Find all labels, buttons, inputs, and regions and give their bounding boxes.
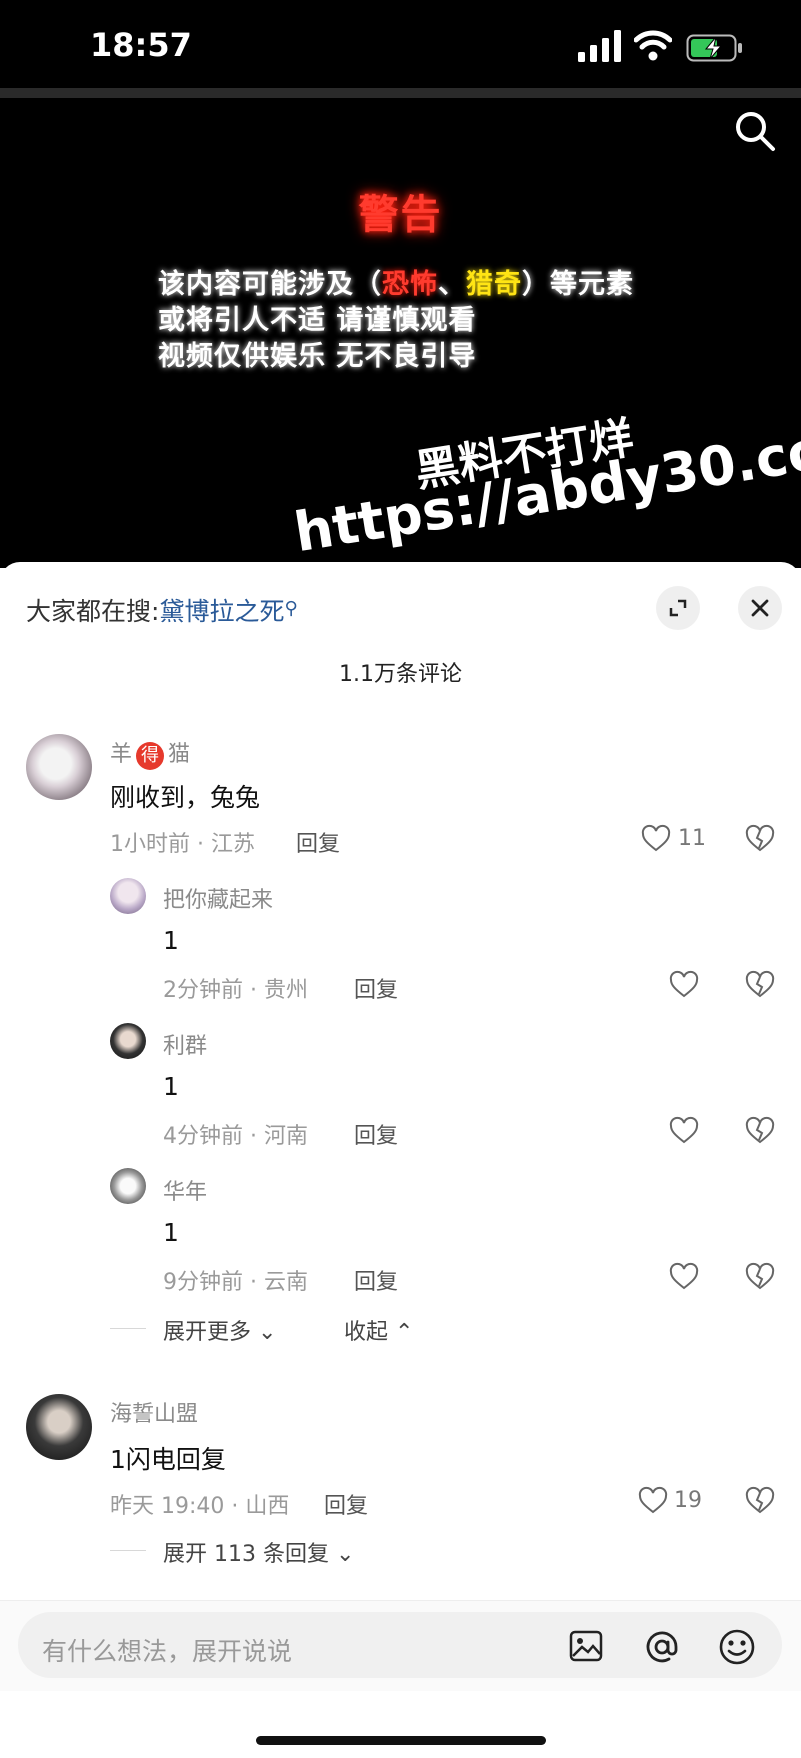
wifi-icon (634, 30, 672, 61)
reply-username[interactable]: 把你藏起来 (163, 882, 273, 914)
hot-search-term[interactable]: 黛博拉之死⚲ (159, 597, 297, 626)
dislike-icon[interactable] (745, 1262, 775, 1292)
like-icon[interactable] (669, 970, 699, 1000)
avatar[interactable] (26, 734, 92, 800)
avatar[interactable] (26, 1394, 92, 1460)
like-icon[interactable] (641, 824, 671, 854)
avatar[interactable] (110, 1023, 146, 1059)
like-count: 19 (674, 1488, 702, 1513)
warning-line-2: 或将引人不适 请谨慎观看 (158, 305, 477, 336)
reply-meta: 2分钟前 · 贵州 (163, 978, 308, 1003)
close-button[interactable] (738, 586, 782, 630)
like-icon[interactable] (669, 1116, 699, 1146)
reply-meta: 4分钟前 · 河南 (163, 1124, 308, 1149)
status-time: 18:57 (90, 26, 192, 64)
small-search-icon: ⚲ (284, 598, 298, 619)
battery-charging-icon (686, 34, 742, 62)
image-icon[interactable] (568, 1628, 604, 1664)
comment-username[interactable]: 海誓山盟 (110, 1396, 198, 1428)
warning-line-3: 视频仅供娱乐 无不良引导 (158, 341, 477, 372)
like-icon[interactable] (638, 1486, 668, 1516)
home-indicator[interactable] (256, 1736, 546, 1745)
comment-count: 1.1万条评论 (339, 662, 462, 687)
expand-more-link[interactable]: 展开更多 ⌄ (163, 1314, 276, 1346)
chevron-down-icon: ⌄ (328, 1542, 355, 1567)
user-badge: 得 (136, 742, 165, 770)
reply-username[interactable]: 华年 (163, 1174, 207, 1206)
hot-search-bar[interactable]: 大家都在搜:黛博拉之死⚲ (26, 592, 298, 628)
comment-text: 刚收到，兔兔 (110, 783, 261, 812)
reply-text: 1 (163, 1072, 179, 1101)
close-icon (751, 599, 769, 617)
chevron-up-icon: ⌃ (388, 1320, 414, 1345)
thread-line (110, 1328, 146, 1329)
collapse-link[interactable]: 收起 ⌃ (344, 1314, 413, 1346)
reply-meta: 9分钟前 · 云南 (163, 1270, 308, 1295)
avatar[interactable] (110, 878, 146, 914)
expand-replies-link[interactable]: 展开 113 条回复 ⌄ (163, 1536, 354, 1568)
reply-button[interactable]: 回复 (296, 826, 340, 858)
reply-button[interactable]: 回复 (354, 1118, 398, 1150)
comment-username[interactable]: 羊得猫 (110, 736, 190, 770)
reply-button[interactable]: 回复 (354, 972, 398, 1004)
dislike-icon[interactable] (745, 1116, 775, 1146)
reply-text: 1 (163, 926, 179, 955)
thread-line (110, 1550, 146, 1551)
reply-username[interactable]: 利群 (163, 1028, 207, 1060)
emoji-icon[interactable] (718, 1628, 756, 1666)
reply-button[interactable]: 回复 (324, 1488, 368, 1520)
like-count: 11 (678, 826, 706, 851)
comment-text: 1闪电回复 (110, 1445, 226, 1474)
top-divider (0, 88, 801, 98)
reply-button[interactable]: 回复 (354, 1264, 398, 1296)
warning-title: 警告 (358, 192, 443, 238)
comment-input-placeholder[interactable]: 有什么想法，展开说说 (42, 1632, 292, 1668)
cellular-signal-icon (578, 30, 621, 62)
avatar[interactable] (110, 1168, 146, 1204)
dislike-icon[interactable] (745, 824, 775, 854)
expand-button[interactable] (656, 586, 700, 630)
mention-icon[interactable] (643, 1628, 681, 1666)
comment-meta: 昨天 19:40 · 山西 (110, 1494, 290, 1519)
warning-line-1: 该内容可能涉及（恐怖、猎奇）等元素 (158, 269, 634, 300)
dislike-icon[interactable] (745, 970, 775, 1000)
like-icon[interactable] (669, 1262, 699, 1292)
chevron-down-icon: ⌄ (251, 1320, 277, 1345)
dislike-icon[interactable] (745, 1486, 775, 1516)
comment-meta: 1小时前 · 江苏 (110, 832, 255, 857)
expand-icon (669, 599, 687, 617)
search-icon[interactable] (734, 110, 776, 152)
reply-text: 1 (163, 1218, 179, 1247)
hot-search-prefix: 大家都在搜: (26, 597, 160, 626)
